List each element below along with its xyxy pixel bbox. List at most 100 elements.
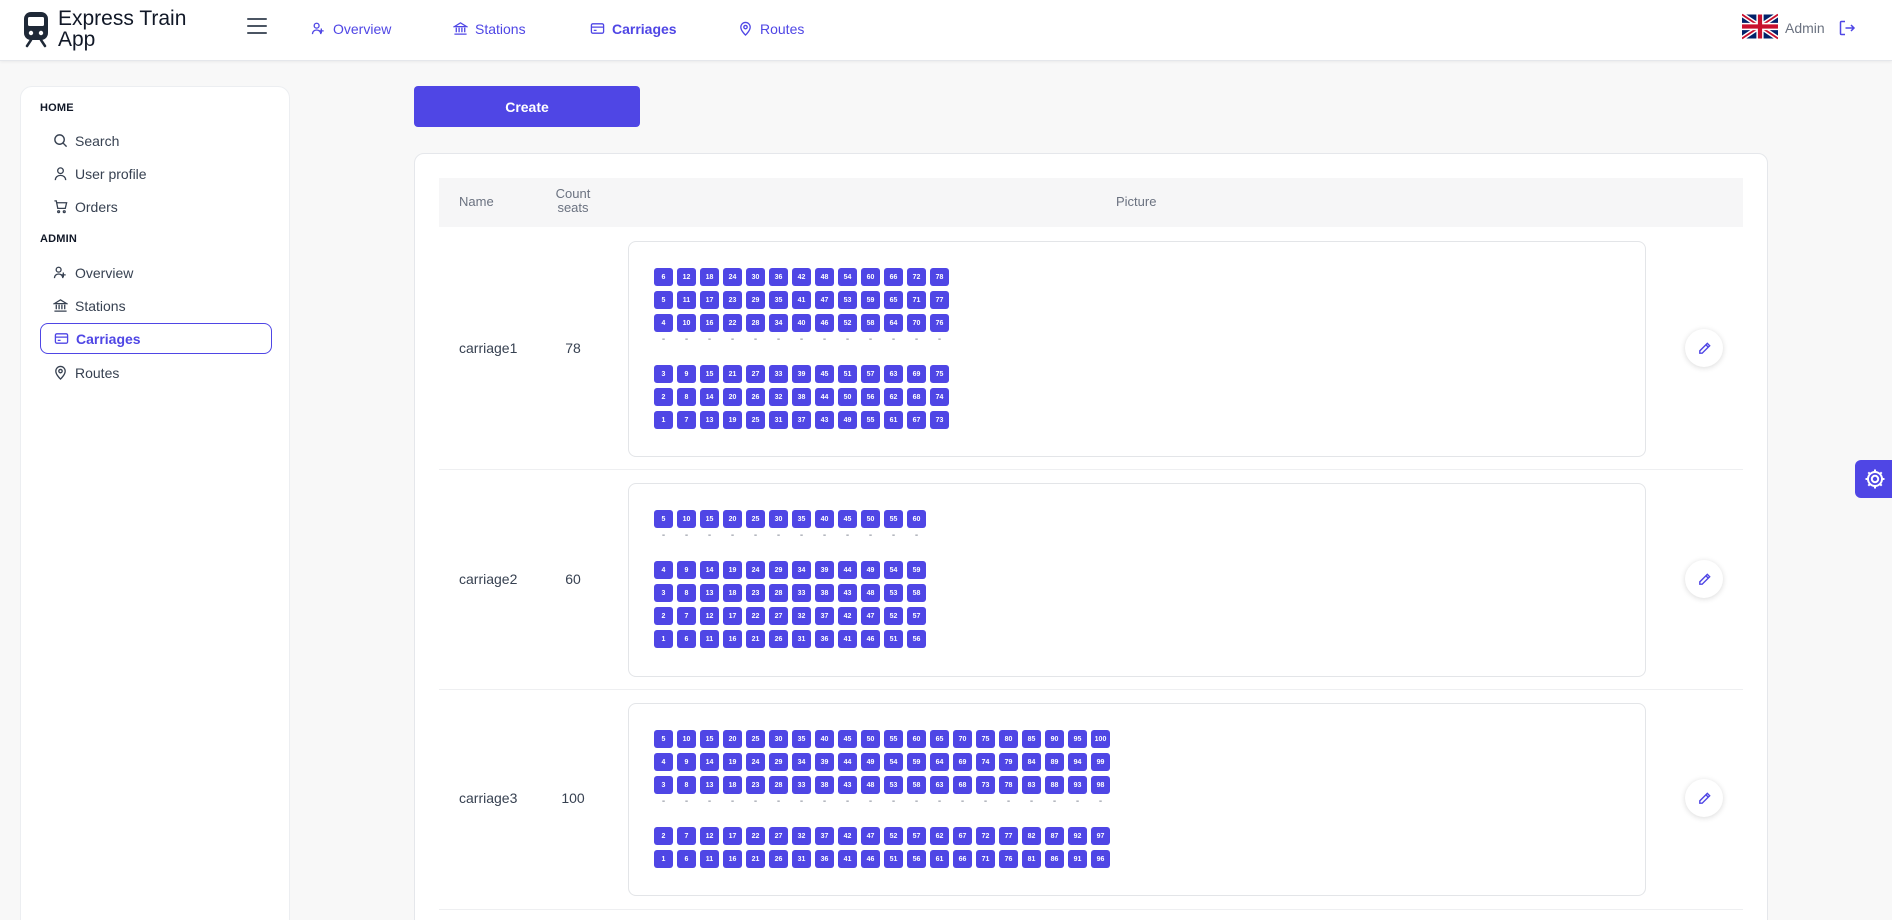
seat[interactable]: 76 (999, 850, 1018, 868)
seat[interactable]: 67 (907, 411, 926, 429)
seat[interactable]: 45 (815, 365, 834, 383)
seat[interactable]: 13 (700, 411, 719, 429)
seat[interactable]: 25 (746, 510, 765, 528)
seat[interactable]: 5 (654, 510, 673, 528)
seat[interactable]: 58 (861, 314, 880, 332)
seat[interactable]: 48 (815, 268, 834, 286)
seat[interactable]: 6 (677, 850, 696, 868)
seat[interactable]: 20 (723, 730, 742, 748)
seat[interactable]: 53 (838, 291, 857, 309)
seat[interactable]: 62 (884, 388, 903, 406)
seat[interactable]: 79 (999, 753, 1018, 771)
seat[interactable]: 99 (1091, 753, 1110, 771)
edit-button[interactable] (1685, 779, 1723, 817)
seat[interactable]: 68 (953, 776, 972, 794)
seat[interactable]: 31 (792, 630, 811, 648)
seat[interactable]: 14 (700, 753, 719, 771)
app-title[interactable]: Express Train App (58, 8, 198, 50)
seat[interactable]: 20 (723, 510, 742, 528)
seat[interactable]: 77 (930, 291, 949, 309)
seat[interactable]: 21 (746, 850, 765, 868)
seat[interactable]: 3 (654, 584, 673, 602)
seat[interactable]: 65 (884, 291, 903, 309)
seat[interactable]: 92 (1068, 827, 1087, 845)
seat[interactable]: 23 (746, 584, 765, 602)
seat[interactable]: 70 (907, 314, 926, 332)
seat[interactable]: 53 (884, 776, 903, 794)
seat[interactable]: 69 (907, 365, 926, 383)
seat[interactable]: 45 (838, 510, 857, 528)
seat[interactable]: 6 (654, 268, 673, 286)
seat[interactable]: 1 (654, 850, 673, 868)
seat[interactable]: 29 (769, 753, 788, 771)
seat[interactable]: 26 (769, 630, 788, 648)
seat[interactable]: 56 (907, 850, 926, 868)
seat[interactable]: 62 (930, 827, 949, 845)
seat[interactable]: 32 (792, 607, 811, 625)
seat[interactable]: 20 (723, 388, 742, 406)
seat[interactable]: 15 (700, 730, 719, 748)
seat[interactable]: 8 (677, 776, 696, 794)
seat[interactable]: 34 (769, 314, 788, 332)
seat[interactable]: 58 (907, 776, 926, 794)
seat[interactable]: 25 (746, 730, 765, 748)
seat[interactable]: 16 (723, 630, 742, 648)
seat[interactable]: 64 (884, 314, 903, 332)
seat[interactable]: 70 (953, 730, 972, 748)
uk-flag-icon[interactable] (1742, 13, 1778, 40)
seat[interactable]: 72 (907, 268, 926, 286)
seat[interactable]: 11 (700, 850, 719, 868)
seat[interactable]: 50 (861, 730, 880, 748)
seat[interactable]: 26 (769, 850, 788, 868)
sidebar-item-carriages[interactable]: Carriages (40, 323, 272, 354)
seat[interactable]: 71 (907, 291, 926, 309)
user-name[interactable]: Admin (1785, 20, 1825, 36)
seat[interactable]: 14 (700, 561, 719, 579)
seat[interactable]: 94 (1068, 753, 1087, 771)
seat[interactable]: 9 (677, 365, 696, 383)
seat[interactable]: 22 (746, 827, 765, 845)
seat[interactable]: 32 (769, 388, 788, 406)
seat[interactable]: 88 (1045, 776, 1064, 794)
seat[interactable]: 100 (1091, 730, 1110, 748)
seat[interactable]: 50 (838, 388, 857, 406)
seat[interactable]: 55 (884, 510, 903, 528)
seat[interactable]: 96 (1091, 850, 1110, 868)
seat[interactable]: 38 (792, 388, 811, 406)
seat[interactable]: 44 (838, 561, 857, 579)
seat[interactable]: 6 (677, 630, 696, 648)
seat[interactable]: 54 (884, 753, 903, 771)
seat[interactable]: 18 (723, 776, 742, 794)
sidebar-item-overview[interactable]: Overview (40, 257, 272, 288)
seat[interactable]: 51 (884, 850, 903, 868)
seat[interactable]: 15 (700, 365, 719, 383)
seat[interactable]: 10 (677, 730, 696, 748)
seat[interactable]: 36 (815, 630, 834, 648)
seat[interactable]: 43 (815, 411, 834, 429)
seat[interactable]: 46 (815, 314, 834, 332)
seat[interactable]: 67 (953, 827, 972, 845)
seat[interactable]: 12 (677, 268, 696, 286)
seat[interactable]: 33 (792, 776, 811, 794)
seat[interactable]: 71 (976, 850, 995, 868)
seat[interactable]: 51 (884, 630, 903, 648)
seat[interactable]: 60 (861, 268, 880, 286)
nav-overview[interactable]: Overview (311, 0, 391, 57)
seat[interactable]: 43 (838, 584, 857, 602)
seat[interactable]: 55 (861, 411, 880, 429)
seat[interactable]: 25 (746, 411, 765, 429)
seat[interactable]: 38 (815, 776, 834, 794)
seat[interactable]: 54 (838, 268, 857, 286)
seat[interactable]: 63 (884, 365, 903, 383)
seat[interactable]: 2 (654, 607, 673, 625)
edit-button[interactable] (1685, 329, 1723, 367)
seat[interactable]: 7 (677, 607, 696, 625)
seat[interactable]: 90 (1045, 730, 1064, 748)
seat[interactable]: 35 (769, 291, 788, 309)
seat[interactable]: 2 (654, 827, 673, 845)
seat[interactable]: 36 (815, 850, 834, 868)
seat[interactable]: 39 (792, 365, 811, 383)
seat[interactable]: 24 (746, 753, 765, 771)
seat[interactable]: 7 (677, 411, 696, 429)
seat[interactable]: 31 (769, 411, 788, 429)
